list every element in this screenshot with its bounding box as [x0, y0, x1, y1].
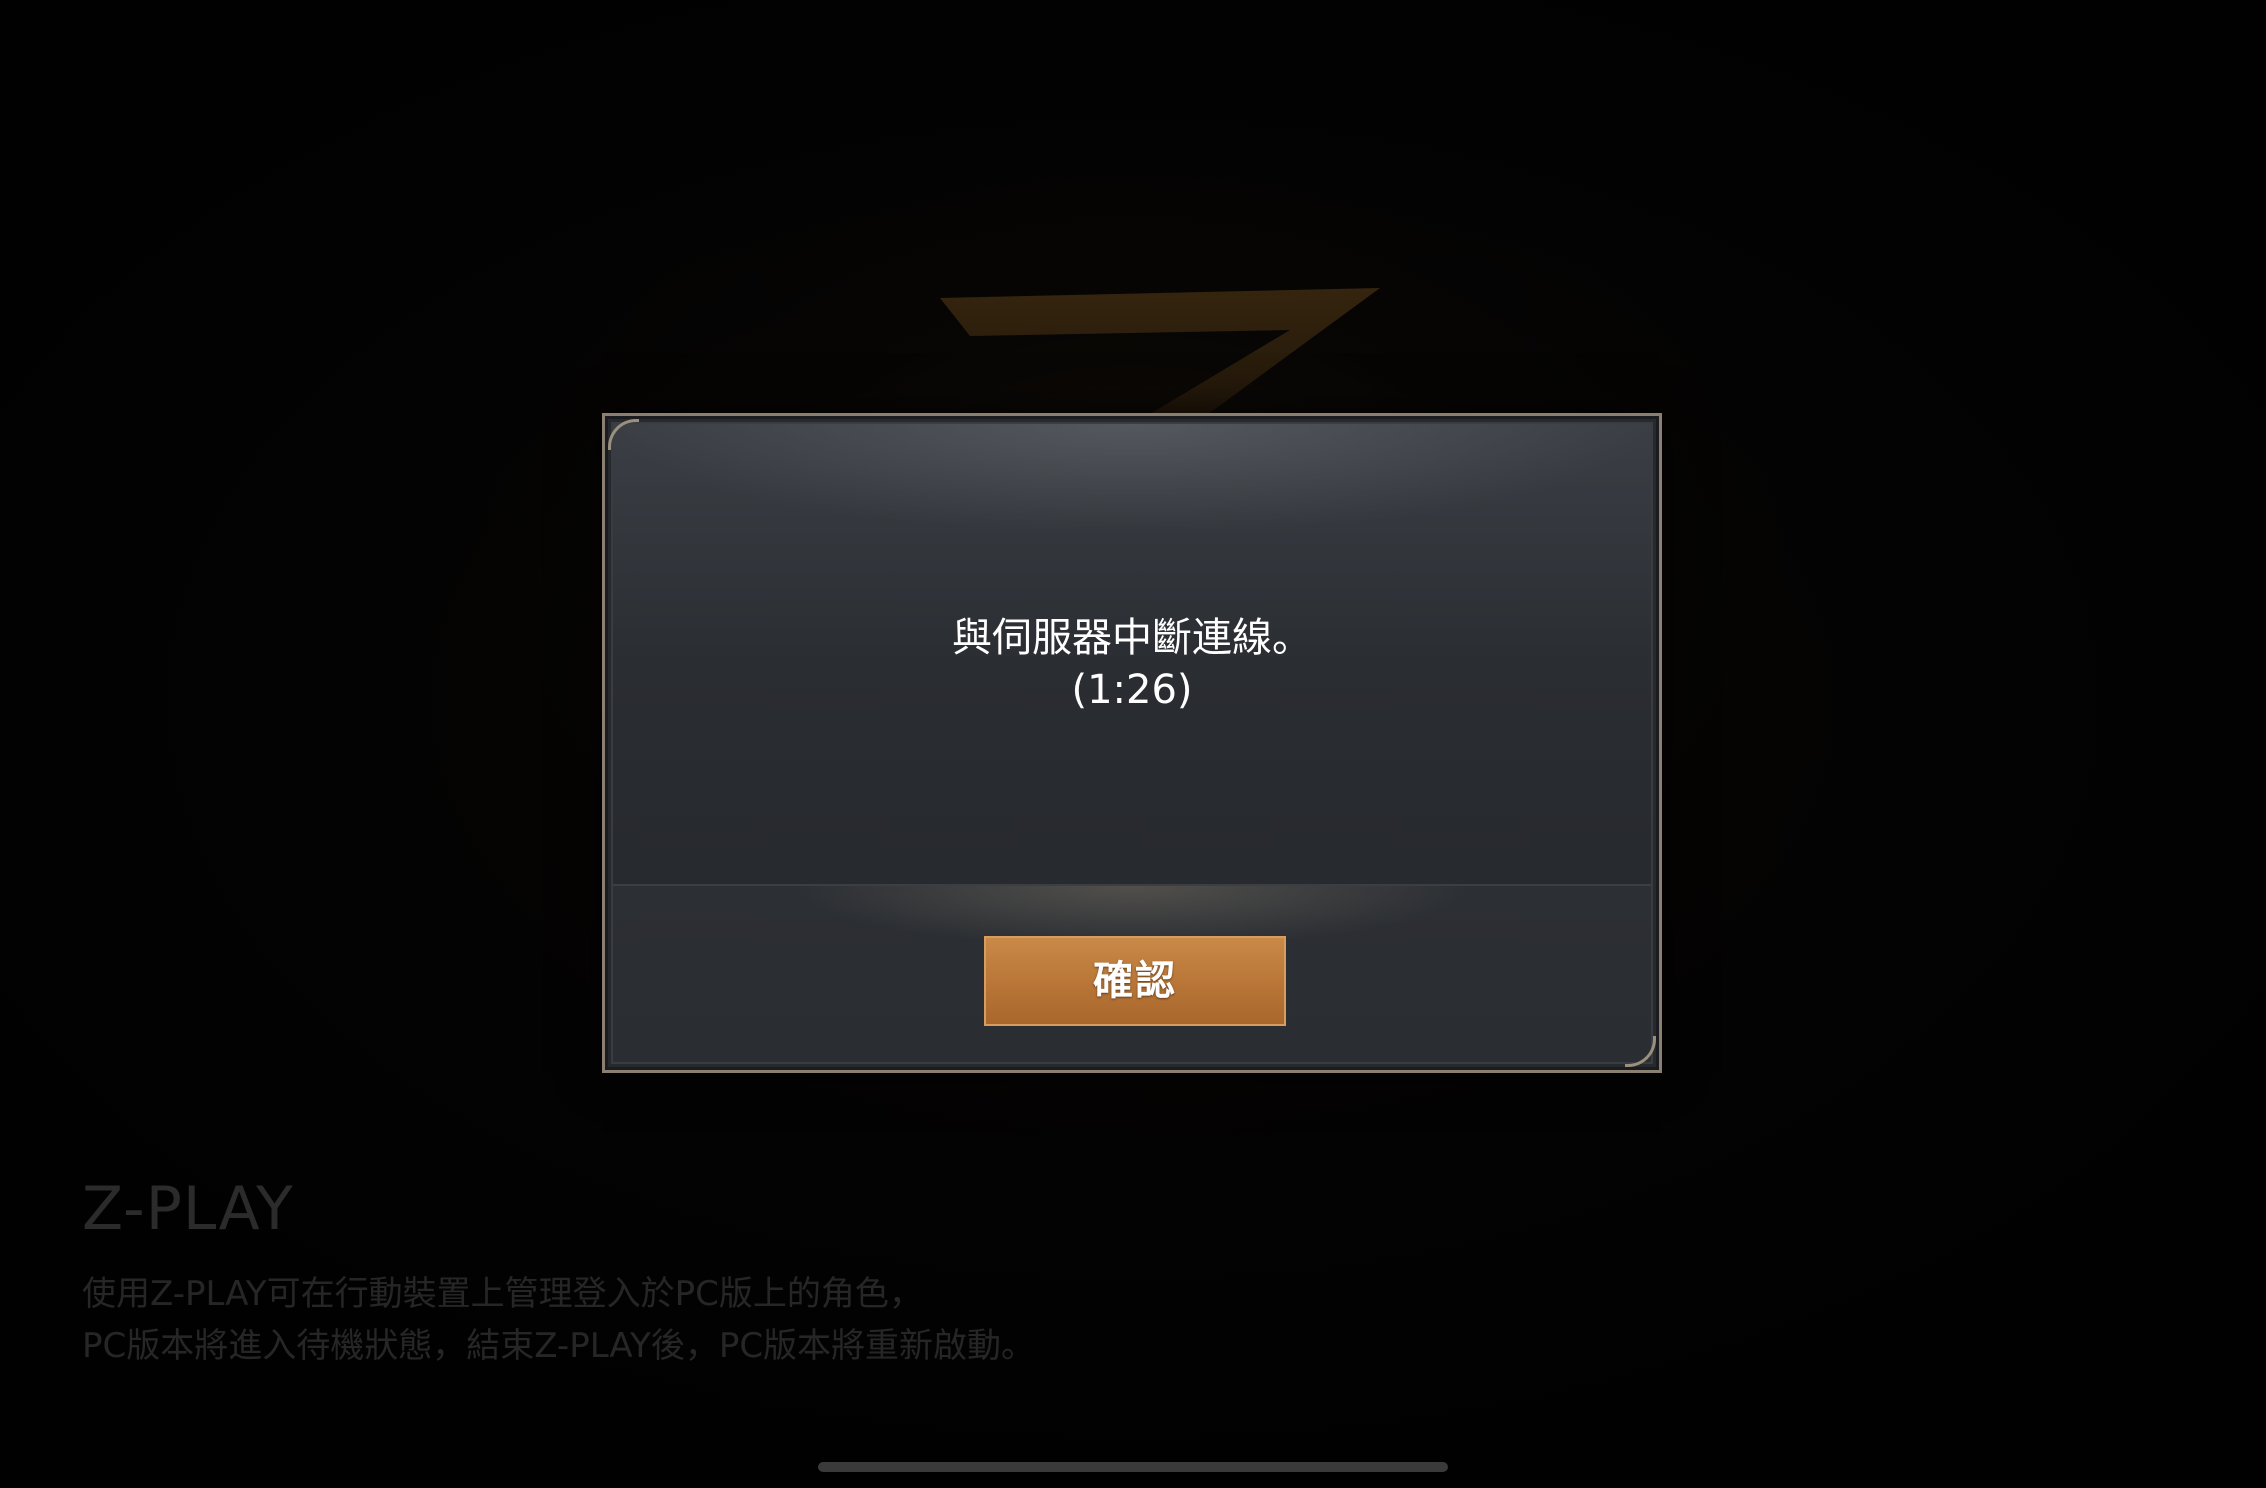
confirm-button[interactable]: 確認: [984, 936, 1286, 1026]
error-code-text: (1:26): [1071, 667, 1193, 713]
zplay-description-line: 使用Z-PLAY可在行動裝置上管理登入於PC版上的角色，: [82, 1274, 923, 1314]
home-indicator[interactable]: [818, 1462, 1448, 1472]
dialog-message: 與伺服器中斷連線。 (1:26): [613, 612, 1651, 716]
zplay-description-line: PC版本將進入待機狀態，結束Z-PLAY後，PC版本將重新啟動。: [82, 1326, 1036, 1366]
zplay-description: 使用Z-PLAY可在行動裝置上管理登入於PC版上的角色， PC版本將進入待機狀態…: [82, 1268, 1035, 1372]
disconnect-dialog: 與伺服器中斷連線。 (1:26) 確認: [602, 413, 1662, 1073]
zplay-title: Z-PLAY: [82, 1174, 294, 1244]
disconnect-message-text: 與伺服器中斷連線。: [952, 615, 1312, 661]
game-screen: Z-PLAY 使用Z-PLAY可在行動裝置上管理登入於PC版上的角色， PC版本…: [0, 0, 2266, 1488]
